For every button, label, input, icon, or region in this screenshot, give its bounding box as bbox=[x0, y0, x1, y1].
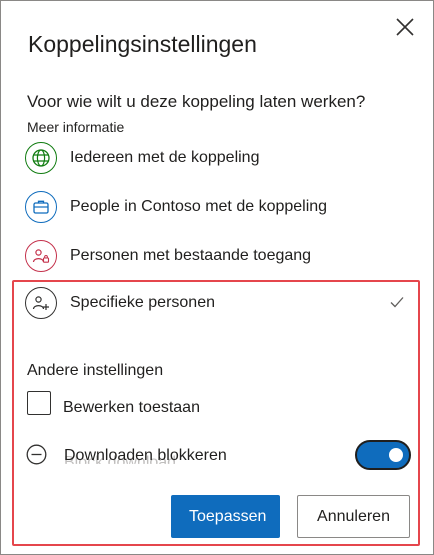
option-label: Personen met bestaande toegang bbox=[70, 247, 312, 264]
briefcase-icon bbox=[25, 191, 57, 223]
option-specific-people[interactable]: Specifieke personen bbox=[25, 285, 415, 321]
allow-edit-checkbox[interactable] bbox=[27, 391, 51, 415]
globe-icon bbox=[25, 142, 57, 174]
option-existing-access[interactable]: Personen met bestaande toegang bbox=[25, 238, 415, 274]
apply-button[interactable]: Toepassen bbox=[171, 495, 280, 538]
option-label: Specifieke personen bbox=[70, 294, 215, 311]
link-settings-dialog: Koppelingsinstellingen Voor wie wilt u d… bbox=[0, 0, 434, 555]
minus-circle-icon bbox=[26, 444, 47, 465]
option-anyone[interactable]: Iedereen met de koppeling bbox=[25, 140, 415, 176]
people-lock-icon bbox=[25, 240, 57, 272]
checkmark-icon bbox=[390, 297, 404, 308]
option-organization[interactable]: People in Contoso met de koppeling bbox=[25, 189, 415, 225]
dialog-title: Koppelingsinstellingen bbox=[28, 31, 257, 57]
audience-question: Voor wie wilt u deze koppeling laten wer… bbox=[27, 92, 366, 111]
block-download-toggle[interactable] bbox=[355, 440, 411, 470]
close-icon[interactable] bbox=[393, 15, 417, 39]
block-download-label: Downloaden blokkeren bbox=[64, 447, 227, 464]
learn-more-link[interactable]: Meer informatie bbox=[27, 119, 124, 135]
option-label: Iedereen met de koppeling bbox=[70, 149, 260, 166]
allow-edit-label: Bewerken toestaan bbox=[63, 399, 200, 416]
other-settings-heading: Andere instellingen bbox=[27, 362, 164, 379]
cancel-button[interactable]: Annuleren bbox=[297, 495, 410, 538]
option-label: People in Contoso met de koppeling bbox=[70, 198, 328, 215]
people-add-icon bbox=[25, 287, 57, 319]
toggle-knob bbox=[389, 448, 403, 462]
